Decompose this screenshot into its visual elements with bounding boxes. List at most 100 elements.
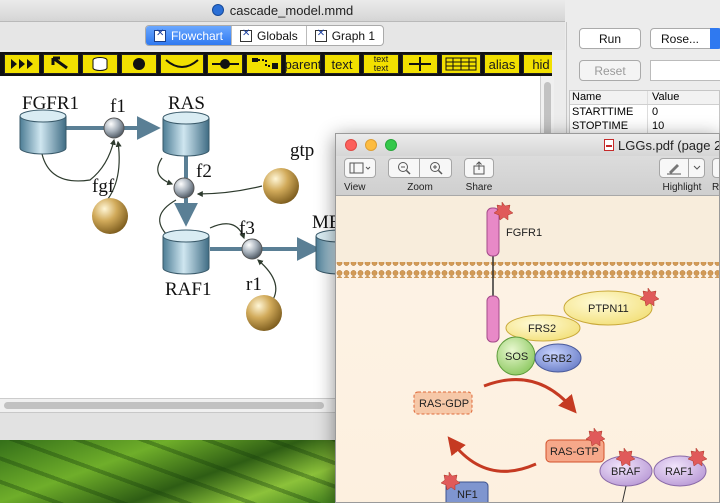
zoom-in-icon bbox=[429, 162, 443, 175]
arrow-pointer-icon bbox=[51, 56, 68, 70]
cell-membrane bbox=[336, 262, 719, 278]
globals-icon bbox=[240, 28, 253, 42]
pathway-figure: FGFR1 PTPN11 FRS2 SOS GRB2 RAS-GDP RAS-G… bbox=[336, 196, 719, 502]
tab-globals[interactable]: Globals bbox=[232, 26, 307, 45]
stock-fgfr1[interactable] bbox=[19, 109, 67, 155]
activation-arrow bbox=[483, 378, 577, 414]
flow-f2[interactable] bbox=[173, 177, 195, 199]
flow-tool-button[interactable] bbox=[207, 54, 243, 74]
link-ras-f2 bbox=[157, 157, 174, 186]
pdf-page[interactable]: FGFR1 PTPN11 FRS2 SOS GRB2 RAS-GDP RAS-G… bbox=[336, 196, 719, 502]
label-r1: r1 bbox=[246, 274, 262, 295]
highlight-button[interactable] bbox=[659, 158, 689, 178]
share-icon bbox=[473, 161, 485, 175]
highlighter-icon bbox=[667, 164, 681, 175]
view-tabs: Flowchart Globals Graph 1 bbox=[145, 25, 385, 46]
highlight-menu-button[interactable] bbox=[689, 158, 705, 178]
window-titlebar: cascade_model.mmd bbox=[0, 0, 565, 22]
downstream-line bbox=[621, 485, 627, 502]
zoom-group: Zoom bbox=[388, 158, 452, 193]
zoom-button[interactable] bbox=[385, 139, 397, 151]
connector-tool-button[interactable] bbox=[246, 54, 282, 74]
view-button[interactable] bbox=[344, 158, 376, 178]
cross-tool-button[interactable] bbox=[402, 54, 438, 74]
rotate-group: R bbox=[712, 158, 719, 193]
variable-tool-button[interactable] bbox=[121, 54, 157, 74]
minimize-button[interactable] bbox=[365, 139, 377, 151]
highlight-group: Highlight bbox=[659, 158, 705, 193]
zoom-out-button[interactable] bbox=[388, 158, 420, 178]
crosshair-icon bbox=[409, 57, 431, 71]
pathway-label-nf1: NF1 bbox=[457, 489, 478, 501]
curve-icon bbox=[165, 59, 199, 68]
text-button[interactable]: text bbox=[324, 54, 360, 74]
alias-button[interactable]: alias bbox=[484, 54, 520, 74]
stock-ras[interactable] bbox=[162, 111, 210, 157]
label-fgf: fgf bbox=[92, 176, 115, 197]
window-title: cascade_model.mmd bbox=[229, 3, 354, 18]
document-icon bbox=[211, 4, 224, 16]
fgfr1-receptor-top bbox=[486, 207, 500, 257]
desktop-wallpaper bbox=[0, 435, 340, 503]
label-fgfr1: FGFR1 bbox=[22, 93, 79, 114]
share-button[interactable] bbox=[464, 158, 494, 178]
preview-title: LGGs.pdf (page 2 bbox=[604, 138, 719, 153]
window-controls bbox=[345, 139, 397, 151]
tab-graph-1[interactable]: Graph 1 bbox=[307, 26, 383, 45]
share-group: Share bbox=[464, 158, 494, 193]
inactivation-arrow bbox=[447, 436, 537, 473]
table-grid-icon bbox=[445, 57, 477, 71]
method-select[interactable]: Rose... bbox=[650, 28, 720, 49]
canvas-horizontal-scrollbar[interactable] bbox=[0, 398, 340, 412]
tab-flowchart[interactable]: Flowchart bbox=[146, 26, 233, 45]
run-button[interactable]: Run bbox=[579, 28, 641, 49]
preview-toolbar: View Zoom Share Highlight R bbox=[336, 156, 719, 196]
variable-r1[interactable] bbox=[246, 295, 282, 331]
tab-bar: Flowchart Globals Graph 1 bbox=[0, 22, 565, 50]
flowchart-icon bbox=[154, 28, 166, 42]
flow-f3[interactable] bbox=[241, 238, 263, 260]
label-f1: f1 bbox=[110, 96, 126, 117]
table-row[interactable]: STARTTIME 0 bbox=[570, 105, 719, 119]
pathway-label-ptpn11: PTPN11 bbox=[588, 303, 629, 315]
circle-icon bbox=[133, 58, 145, 70]
label-gtp: gtp bbox=[290, 140, 314, 161]
value-input[interactable] bbox=[650, 60, 720, 81]
pathway-label-raf1: RAF1 bbox=[665, 466, 693, 478]
pathway-label-ras-gdp: RAS-GDP bbox=[419, 398, 469, 410]
connector-icon bbox=[252, 58, 278, 69]
hide-button[interactable]: hid bbox=[523, 54, 552, 74]
select-tool-button[interactable] bbox=[43, 54, 79, 74]
stock-raf1[interactable] bbox=[162, 229, 210, 275]
sidebar-icon bbox=[349, 162, 371, 174]
rotate-button[interactable] bbox=[712, 158, 719, 178]
flow-valve-icon bbox=[212, 59, 239, 69]
label-f3: f3 bbox=[239, 218, 255, 239]
stock-tool-button[interactable] bbox=[82, 54, 118, 74]
fast-forward-icon bbox=[11, 59, 33, 69]
preview-titlebar: LGGs.pdf (page 2 bbox=[336, 134, 719, 156]
parameters-table: Name Value STARTTIME 0 STOPTIME 10 bbox=[569, 90, 720, 134]
pathway-label-braf: BRAF bbox=[611, 466, 641, 478]
table-row[interactable]: STOPTIME 10 bbox=[570, 119, 719, 133]
pdf-icon bbox=[604, 139, 614, 151]
chevron-down-icon bbox=[710, 28, 720, 49]
reset-button[interactable]: Reset bbox=[579, 60, 641, 81]
scroll-thumb[interactable] bbox=[4, 402, 324, 409]
table-tool-button[interactable] bbox=[441, 54, 481, 74]
graph-icon bbox=[314, 28, 327, 42]
zoom-in-button[interactable] bbox=[420, 158, 452, 178]
chevron-down-icon bbox=[693, 165, 700, 170]
variable-fgf[interactable] bbox=[92, 198, 128, 234]
cylinder-icon bbox=[92, 57, 108, 71]
parent-button[interactable]: parent bbox=[285, 54, 321, 74]
close-button[interactable] bbox=[345, 139, 357, 151]
flow-f1[interactable] bbox=[103, 117, 125, 139]
pathway-label-sos: SOS bbox=[505, 351, 528, 363]
preview-window: LGGs.pdf (page 2 View Zoom Share Highlig… bbox=[335, 133, 720, 503]
link-gtp-f2 bbox=[196, 185, 263, 197]
run-forward-button[interactable] bbox=[4, 54, 40, 74]
text-stack-button[interactable]: text text bbox=[363, 54, 399, 74]
link-tool-button[interactable] bbox=[160, 54, 204, 74]
variable-gtp[interactable] bbox=[263, 168, 299, 204]
